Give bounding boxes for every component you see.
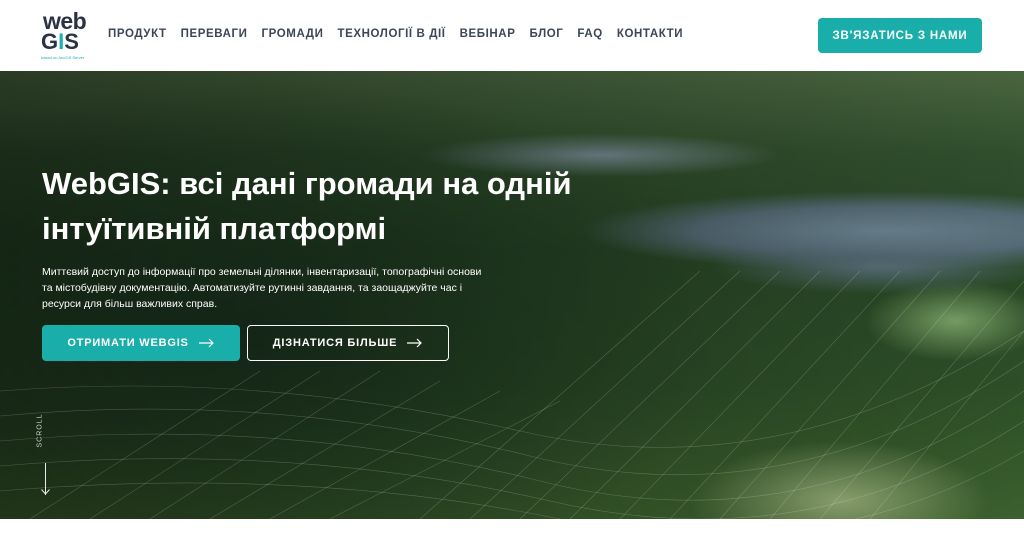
site-header: web GIS based on ArcGIS Server ПРОДУКТ П… (0, 0, 1024, 71)
get-webgis-button[interactable]: ОТРИМАТИ WEBGIS (42, 325, 240, 361)
nav-faq[interactable]: FAQ (577, 28, 602, 40)
scroll-indicator[interactable]: SCROLL (37, 405, 55, 495)
hero-title: WebGIS: всі дані громади на одній інтуїт… (42, 166, 572, 246)
page-below-hero (0, 519, 1024, 538)
learn-more-button[interactable]: ДІЗНАТИСЯ БІЛЬШЕ (247, 325, 449, 361)
arrow-right-icon (198, 338, 214, 348)
hero-description: Миттєвий доступ до інформації про земель… (42, 266, 482, 310)
scroll-down-icon (41, 489, 50, 495)
nav-webinar[interactable]: ВЕБІНАР (460, 28, 516, 40)
webgis-logo[interactable]: web GIS based on ArcGIS Server (41, 10, 97, 62)
scroll-label: SCROLL (36, 413, 44, 448)
nav-technologies[interactable]: ТЕХНОЛОГІЇ В ДІЇ (337, 28, 445, 40)
logo-tagline: based on ArcGIS Server (41, 55, 85, 60)
contact-us-button[interactable]: ЗВ'ЯЗАТИСЬ З НАМИ (818, 18, 982, 53)
main-nav: ПРОДУКТ ПЕРЕВАГИ ГРОМАДИ ТЕХНОЛОГІЇ В ДІ… (108, 28, 697, 40)
nav-communities[interactable]: ГРОМАДИ (262, 28, 324, 40)
arrow-right-icon (407, 338, 423, 348)
hero-section: WebGIS: всі дані громади на одній інтуїт… (0, 71, 1024, 519)
nav-product[interactable]: ПРОДУКТ (108, 28, 167, 40)
nav-contacts[interactable]: КОНТАКТИ (617, 28, 683, 40)
nav-blog[interactable]: БЛОГ (529, 28, 563, 40)
logo-text-gis: GIS (41, 29, 79, 54)
nav-advantages[interactable]: ПЕРЕВАГИ (181, 28, 248, 40)
learn-more-label: ДІЗНАТИСЯ БІЛЬШЕ (272, 337, 398, 349)
get-webgis-label: ОТРИМАТИ WEBGIS (67, 337, 189, 349)
